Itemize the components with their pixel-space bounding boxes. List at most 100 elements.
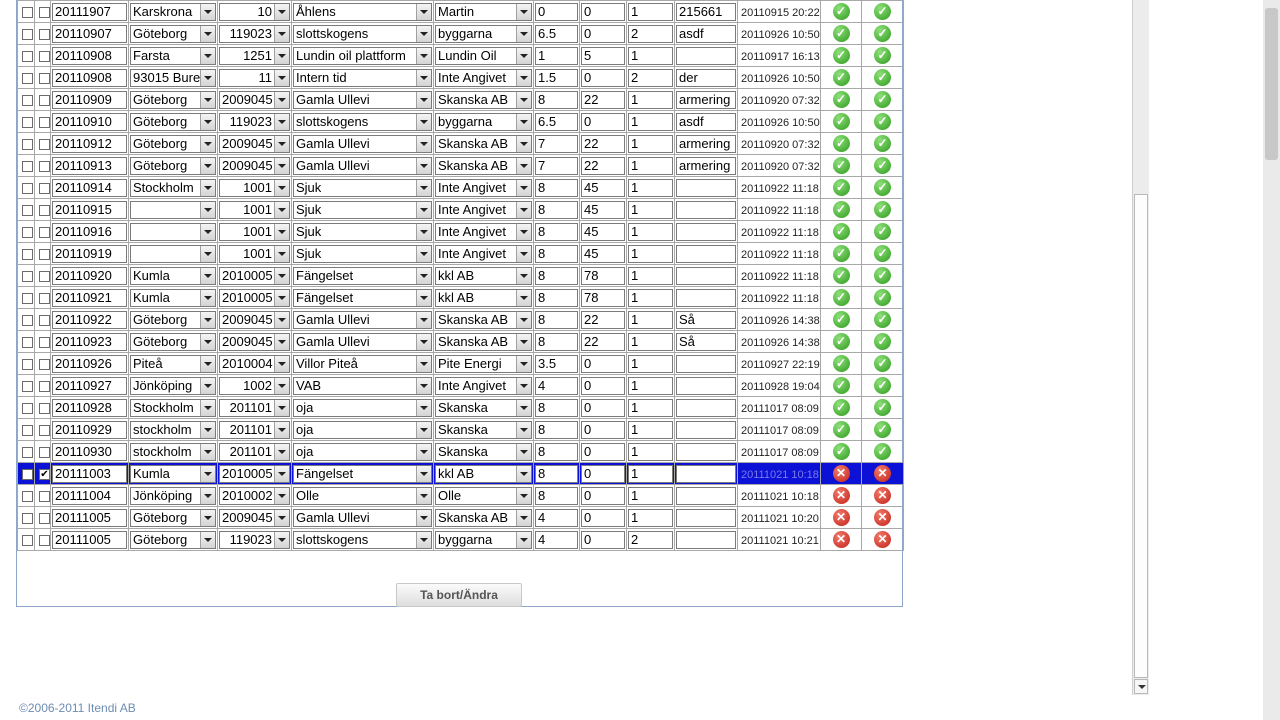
check-circle-icon[interactable]: ✓ [832,245,850,262]
place-select[interactable]: Gamla Ullevi [293,332,432,351]
row-mark-checkbox[interactable] [39,29,50,41]
hours-field[interactable]: 4 [535,376,578,395]
date-field[interactable]: 20111004 [52,486,127,505]
place-select[interactable]: Fängelset [293,464,432,483]
table-row[interactable]: 20110922 Göteborg 2009045 Gamla Ullevi Skans… [17,308,904,331]
row-checkbox[interactable] [22,73,33,85]
table-row[interactable]: 20111005 Göteborg 119023 slottskogens byggar… [17,528,904,551]
check-circle-icon[interactable]: ✓ [832,201,850,218]
row-mark-checkbox[interactable] [39,271,50,283]
project-select[interactable]: 2010005 [219,288,290,307]
row-mark-checkbox[interactable] [39,535,50,547]
project-select[interactable]: 1001 [219,200,290,219]
x-circle-icon[interactable]: ✕ [832,487,850,504]
row-mark-checkbox[interactable] [39,425,50,437]
grid-scrollbar[interactable] [1132,0,1149,695]
table-row[interactable]: 20110908 Farsta 1251 Lundin oil plattform Lu… [17,44,904,67]
km-field[interactable]: 0 [581,354,625,373]
city-select[interactable]: Göteborg [130,24,216,43]
hours-field[interactable]: 6.5 [535,112,578,131]
dropdown-arrow-icon[interactable] [274,443,289,460]
check-circle-icon[interactable]: ✓ [832,311,850,328]
hours-field[interactable]: 7 [535,156,578,175]
hours-field[interactable]: 8 [535,420,578,439]
hours-field[interactable]: 8 [535,486,578,505]
x-circle-icon[interactable]: ✕ [832,531,850,548]
hours-field[interactable]: 8 [535,288,578,307]
table-row[interactable]: 20110916 1001 Sjuk Inte Angivet 8 45 1 20110922… [17,220,904,243]
count-field[interactable]: 2 [628,24,673,43]
dropdown-arrow-icon[interactable] [274,69,289,86]
city-select[interactable] [130,244,216,263]
city-select[interactable]: Stockholm [130,178,216,197]
dropdown-arrow-icon[interactable] [200,289,215,306]
count-field[interactable]: 1 [628,420,673,439]
check-circle-icon[interactable]: ✓ [874,3,891,20]
dropdown-arrow-icon[interactable] [416,201,431,218]
check-circle-icon[interactable]: ✓ [832,113,850,130]
customer-select[interactable]: Skanska AB [435,156,532,175]
dropdown-arrow-icon[interactable] [200,443,215,460]
table-row[interactable]: 20110908 93015 Bure 11 Intern tid Inte Angiv… [17,66,904,89]
note-field[interactable]: asdf [676,24,736,43]
hours-field[interactable]: 7 [535,134,578,153]
note-field[interactable]: 215661 [676,2,736,21]
row-mark-checkbox[interactable] [39,359,50,371]
check-circle-icon[interactable]: ✓ [874,355,891,372]
dropdown-arrow-icon[interactable] [274,3,289,20]
note-field[interactable]: Så [676,310,736,329]
dropdown-arrow-icon[interactable] [200,47,215,64]
row-mark-checkbox[interactable] [39,117,50,129]
city-select[interactable] [130,222,216,241]
dropdown-arrow-icon[interactable] [416,377,431,394]
note-field[interactable] [676,376,736,395]
dropdown-arrow-icon[interactable] [416,333,431,350]
count-field[interactable]: 1 [628,90,673,109]
dropdown-arrow-icon[interactable] [516,135,531,152]
date-field[interactable]: 20110907 [52,24,127,43]
dropdown-arrow-icon[interactable] [200,487,215,504]
project-select[interactable]: 10 [219,2,290,21]
row-checkbox[interactable] [22,403,33,415]
date-field[interactable]: 20110921 [52,288,127,307]
dropdown-arrow-icon[interactable] [416,113,431,130]
project-select[interactable]: 201101 [219,442,290,461]
city-select[interactable]: Karskrona [130,2,216,21]
city-select[interactable]: Göteborg [130,332,216,351]
row-mark-checkbox[interactable] [39,139,50,151]
row-mark-checkbox[interactable] [39,205,50,217]
km-field[interactable]: 0 [581,420,625,439]
note-field[interactable] [676,508,736,527]
dropdown-arrow-icon[interactable] [416,223,431,240]
km-field[interactable]: 22 [581,332,625,351]
project-select[interactable]: 2010004 [219,354,290,373]
count-field[interactable]: 2 [628,530,673,549]
dropdown-arrow-icon[interactable] [274,509,289,526]
dropdown-arrow-icon[interactable] [516,223,531,240]
project-select[interactable]: 1001 [219,222,290,241]
place-select[interactable]: Lundin oil plattform [293,46,432,65]
dropdown-arrow-icon[interactable] [516,465,531,482]
check-circle-icon[interactable]: ✓ [874,289,891,306]
table-row[interactable]: ✔ 20111003 Kumla 2010005 Fängelset kkl AB 8 0 1 2… [17,462,904,485]
dropdown-arrow-icon[interactable] [416,47,431,64]
hours-field[interactable]: 8 [535,310,578,329]
dropdown-arrow-icon[interactable] [416,531,431,548]
city-select[interactable]: Jönköping [130,486,216,505]
table-row[interactable]: 20110907 Göteborg 119023 slottskogens byggar… [17,22,904,45]
count-field[interactable]: 1 [628,266,673,285]
check-circle-icon[interactable]: ✓ [832,377,850,394]
km-field[interactable]: 0 [581,530,625,549]
place-select[interactable]: Sjuk [293,200,432,219]
note-field[interactable]: armering [676,90,736,109]
project-select[interactable]: 2009045 [219,508,290,527]
check-circle-icon[interactable]: ✓ [832,3,850,20]
check-circle-icon[interactable]: ✓ [874,157,891,174]
x-circle-icon[interactable]: ✕ [874,465,891,482]
dropdown-arrow-icon[interactable] [516,355,531,372]
count-field[interactable]: 2 [628,68,673,87]
note-field[interactable] [676,354,736,373]
date-field[interactable]: 20110914 [52,178,127,197]
dropdown-arrow-icon[interactable] [200,25,215,42]
count-field[interactable]: 1 [628,244,673,263]
